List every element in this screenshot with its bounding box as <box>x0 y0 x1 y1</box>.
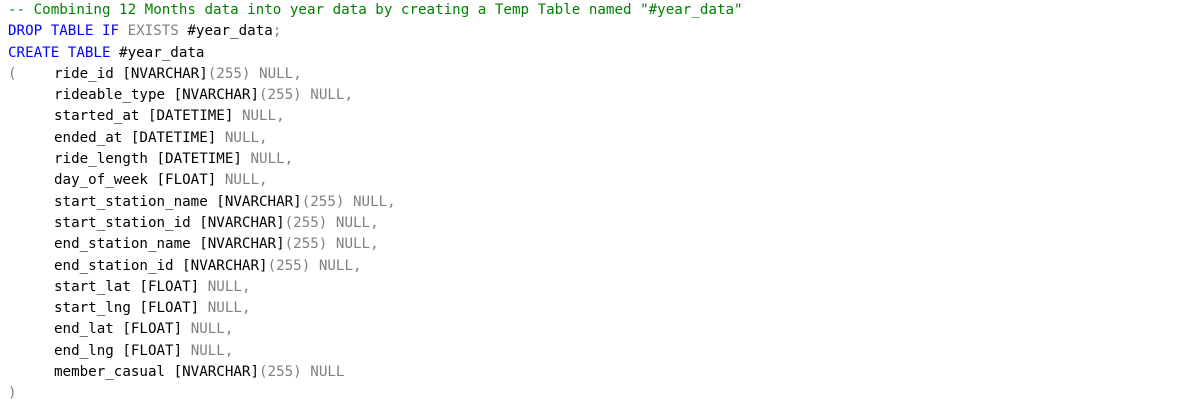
comma: , <box>293 65 302 82</box>
column-name: start_lng <box>54 300 131 317</box>
column-type: [FLOAT] <box>139 278 200 295</box>
code-line-column: ride_length [DATETIME] NULL, <box>0 149 1192 170</box>
exists-keyword: EXISTS <box>127 23 179 40</box>
null-keyword: NULL <box>335 214 371 231</box>
column-size: (255) <box>207 65 251 82</box>
code-line-column: rideable_type [NVARCHAR](255) NULL, <box>0 85 1192 106</box>
column-definitions: (ride_id [NVARCHAR](255) NULL, rideable_t… <box>0 64 1192 383</box>
column-size: (255) <box>259 364 302 381</box>
code-line-create: CREATE TABLE #year_data <box>0 43 1192 64</box>
comma: , <box>241 278 251 295</box>
comma: , <box>259 129 268 146</box>
column-name: start_station_name <box>54 193 208 210</box>
code-line-column: end_lat [FLOAT] NULL, <box>0 319 1192 340</box>
column-type: [FLOAT] <box>156 172 217 189</box>
code-line-drop: DROP TABLE IF EXISTS #year_data; <box>0 21 1192 42</box>
sql-comment: -- Combining 12 Months data into year da… <box>8 2 743 18</box>
column-type: [NVARCHAR] <box>182 257 268 274</box>
null-keyword: NULL <box>224 129 260 146</box>
null-keyword: NULL <box>190 321 225 338</box>
column-type: [NVARCHAR] <box>199 236 285 253</box>
code-line-column: end_station_id [NVARCHAR](255) NULL, <box>0 256 1192 277</box>
code-line-column: end_station_name [NVARCHAR](255) NULL, <box>0 234 1192 255</box>
column-name: start_lat <box>54 278 131 295</box>
code-line-column: end_lng [FLOAT] NULL, <box>0 341 1192 362</box>
comma: , <box>259 172 268 189</box>
column-type: [DATETIME] <box>130 129 217 146</box>
close-paren: ) <box>8 385 17 402</box>
drop-table-name: #year_data <box>187 23 273 40</box>
comma: , <box>241 300 251 317</box>
drop-table-keyword: DROP TABLE IF <box>8 23 120 40</box>
create-table-name: #year_data <box>119 44 205 61</box>
null-keyword: NULL <box>241 108 277 125</box>
code-line-comment: -- Combining 12 Months data into year da… <box>0 0 1192 21</box>
open-paren: ( <box>8 65 17 82</box>
column-name: ride_length <box>54 151 148 168</box>
column-size: (255) <box>284 236 328 253</box>
column-size: (255) <box>267 257 311 274</box>
code-line-column: member_casual [NVARCHAR](255) NULL <box>0 362 1192 383</box>
code-line-column: start_lat [FLOAT] NULL, <box>0 277 1192 298</box>
column-type: [FLOAT] <box>122 321 183 338</box>
null-keyword: NULL <box>310 87 345 104</box>
code-line-column: start_station_id [NVARCHAR](255) NULL, <box>0 213 1192 234</box>
semicolon: ; <box>272 23 282 40</box>
comma: , <box>370 214 379 231</box>
comma: , <box>224 342 234 359</box>
code-line-column: ( ride_id [NVARCHAR](255) NULL, <box>0 64 1192 85</box>
sql-code-editor[interactable]: -- Combining 12 Months data into year da… <box>0 0 1192 402</box>
null-keyword: NULL <box>250 151 285 168</box>
create-table-keyword: CREATE TABLE <box>8 44 111 61</box>
code-line-column: ended_at [DATETIME] NULL, <box>0 128 1192 149</box>
column-name: end_station_name <box>54 236 191 253</box>
null-keyword: NULL <box>318 257 353 274</box>
comma: , <box>353 257 362 274</box>
code-line-column: day_of_week [FLOAT] NULL, <box>0 170 1192 191</box>
column-type: [NVARCHAR] <box>173 87 260 104</box>
comma: , <box>344 87 353 104</box>
code-line-close-paren: ) <box>0 383 1192 404</box>
null-keyword: NULL <box>335 236 371 253</box>
column-name: started_at <box>54 108 140 125</box>
comma: , <box>276 108 285 125</box>
null-keyword: NULL <box>190 342 225 359</box>
column-type: [FLOAT] <box>122 342 183 359</box>
column-name: start_station_id <box>54 214 191 231</box>
column-type: [FLOAT] <box>139 300 200 317</box>
column-type: [NVARCHAR] <box>216 193 302 210</box>
column-size: (255) <box>259 87 302 104</box>
column-type: [DATETIME] <box>147 108 234 125</box>
null-keyword: NULL <box>352 193 388 210</box>
column-type: [DATETIME] <box>156 151 242 168</box>
null-keyword: NULL <box>207 300 242 317</box>
null-keyword: NULL <box>259 65 294 82</box>
column-type: [NVARCHAR] <box>199 214 285 231</box>
null-keyword: NULL <box>224 172 260 189</box>
column-name: rideable_type <box>54 87 166 104</box>
null-keyword: NULL <box>207 278 242 295</box>
column-name: ride_id <box>54 65 114 82</box>
comma: , <box>224 321 234 338</box>
column-size: (255) <box>301 193 345 210</box>
code-line-column: start_lng [FLOAT] NULL, <box>0 298 1192 319</box>
comma: , <box>387 193 396 210</box>
column-name: ended_at <box>54 129 123 146</box>
column-name: end_lat <box>54 321 114 338</box>
column-name: day_of_week <box>54 172 148 189</box>
column-name: end_station_id <box>54 257 174 274</box>
null-keyword: NULL <box>310 364 345 381</box>
column-name: end_lng <box>54 342 114 359</box>
column-size: (255) <box>284 214 328 231</box>
column-type: [NVARCHAR] <box>173 364 260 381</box>
code-line-column: start_station_name [NVARCHAR](255) NULL, <box>0 192 1192 213</box>
column-type: [NVARCHAR] <box>122 65 208 82</box>
code-line-column: started_at [DATETIME] NULL, <box>0 106 1192 127</box>
comma: , <box>284 151 294 168</box>
column-name: member_casual <box>54 364 166 381</box>
comma: , <box>370 236 379 253</box>
